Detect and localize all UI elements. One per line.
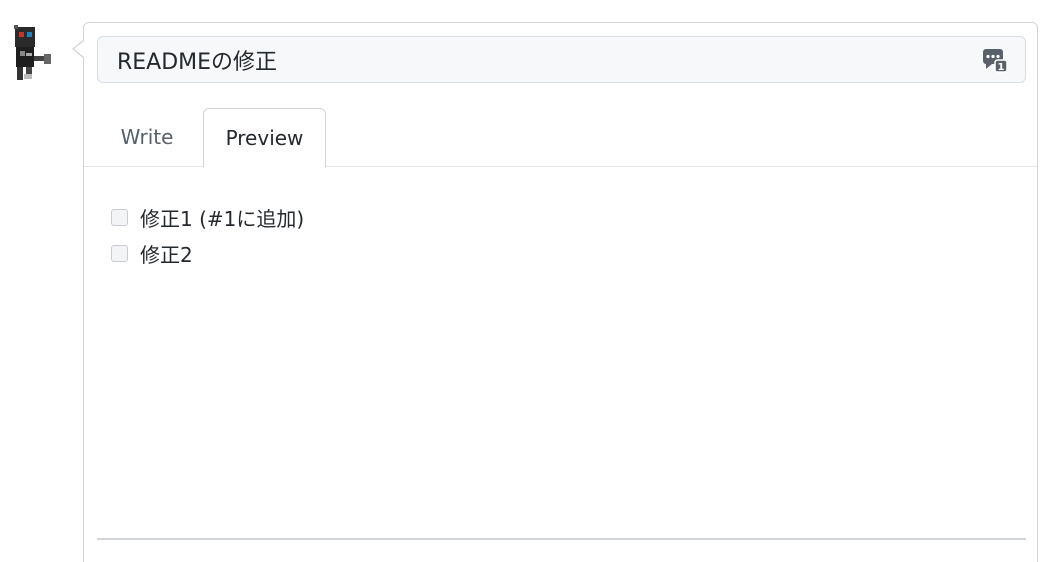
- tab-preview[interactable]: Preview: [203, 108, 326, 168]
- task-checkbox[interactable]: [111, 244, 128, 262]
- preview-body: 修正1 (#1に追加) 修正2: [111, 199, 1011, 271]
- robot-avatar-icon: [14, 25, 51, 80]
- title-field[interactable]: 1: [97, 36, 1026, 83]
- task-list-item: 修正1 (#1に追加): [111, 199, 1011, 235]
- comment-box: 1 Write Preview 修正1 (#1に追加) 修正2: [83, 22, 1038, 562]
- task-label: 修正2: [140, 242, 193, 267]
- tab-write[interactable]: Write: [103, 108, 191, 167]
- avatar[interactable]: [10, 24, 56, 84]
- editor-tabs: Write Preview: [84, 108, 1037, 168]
- box-pointer-fill: [74, 41, 84, 57]
- task-checkbox[interactable]: [111, 208, 128, 226]
- saved-replies-icon[interactable]: 1: [982, 47, 1008, 73]
- task-list-item: 修正2: [111, 235, 1011, 271]
- svg-text:1: 1: [998, 62, 1005, 73]
- title-input[interactable]: [98, 37, 1025, 82]
- task-label: 修正1 (#1に追加): [140, 206, 305, 231]
